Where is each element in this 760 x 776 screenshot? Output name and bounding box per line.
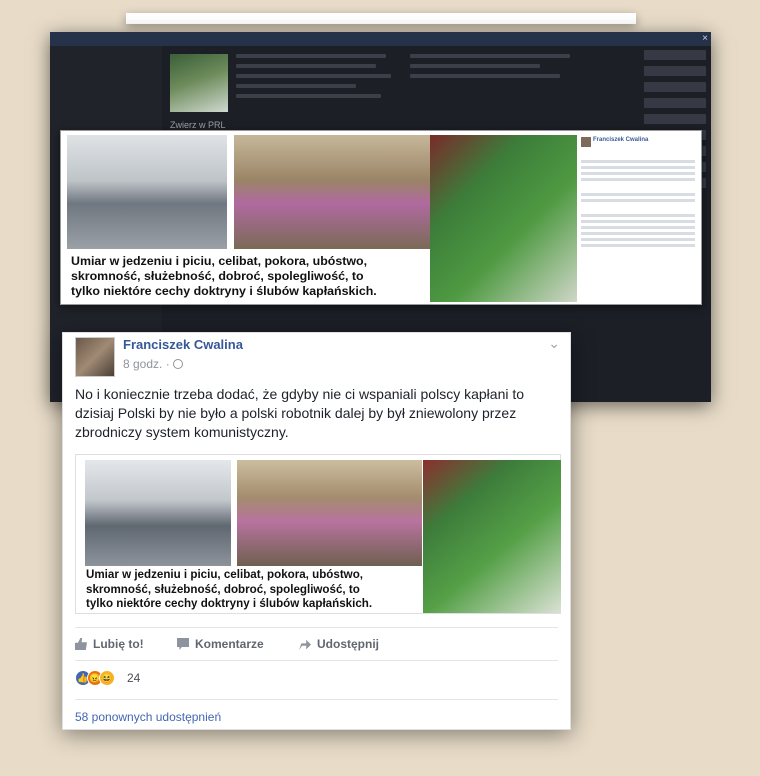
chevron-down-icon[interactable]: ⌄ xyxy=(548,335,560,352)
overlay-photos: Umiar w jedzeniu i piciu, celibat, pokor… xyxy=(67,135,577,302)
post-author[interactable]: Franciszek Cwalina xyxy=(123,337,243,352)
overlay-caption: Umiar w jedzeniu i piciu, celibat, pokor… xyxy=(67,249,430,302)
thumbnail-label: Zwierz w PRL xyxy=(170,120,226,130)
facebook-post: Franciszek Cwalina 8 godz. · ⌄ No i koni… xyxy=(62,332,571,730)
photo-bishop-seated xyxy=(234,135,430,249)
photo-priest-car xyxy=(85,460,231,566)
photo-bishop-seated xyxy=(237,460,422,566)
share-icon xyxy=(299,639,311,650)
comment-button[interactable]: Komentarze xyxy=(177,637,264,651)
post-text: No i koniecznie trzeba dodać, że gdyby n… xyxy=(75,386,525,440)
side-author[interactable]: Franciszek Cwalina xyxy=(593,137,648,143)
reaction-count: 24 xyxy=(127,671,141,685)
photo-priest-car xyxy=(67,135,227,249)
avatar xyxy=(581,137,591,147)
photo-bishops-green xyxy=(423,460,561,613)
dark-feed-lines xyxy=(236,54,396,104)
comment-icon xyxy=(177,638,189,650)
globe-icon xyxy=(172,359,183,369)
overlay-side-panel: Franciszek Cwalina xyxy=(579,135,699,302)
avatar[interactable] xyxy=(75,337,115,377)
divider xyxy=(75,627,558,628)
close-icon[interactable]: × xyxy=(702,32,708,46)
photo-bishops-green xyxy=(430,135,577,302)
post-actions: Lubię to! Komentarze Udostępnij xyxy=(75,633,561,657)
shares-link[interactable]: 58 ponownych udostępnień xyxy=(75,710,221,724)
top-strip xyxy=(126,13,636,24)
post-timestamp: 8 godz. · xyxy=(123,357,183,371)
page-thumbnail xyxy=(170,54,228,112)
like-button[interactable]: Lubię to! xyxy=(75,637,144,651)
share-button[interactable]: Udostępnij xyxy=(299,637,379,651)
overlay-photo-strip: Umiar w jedzeniu i piciu, celibat, pokor… xyxy=(60,130,702,305)
divider xyxy=(75,699,558,700)
divider xyxy=(75,660,558,661)
dark-topbar: × xyxy=(50,32,711,46)
dark-center-lines xyxy=(410,54,580,84)
post-image[interactable]: Umiar w jedzeniu i piciu, celibat, pokor… xyxy=(75,454,561,614)
image-caption: Umiar w jedzeniu i piciu, celibat, pokor… xyxy=(86,568,373,610)
like-icon xyxy=(75,638,87,650)
haha-icon: 😆 xyxy=(99,670,115,686)
